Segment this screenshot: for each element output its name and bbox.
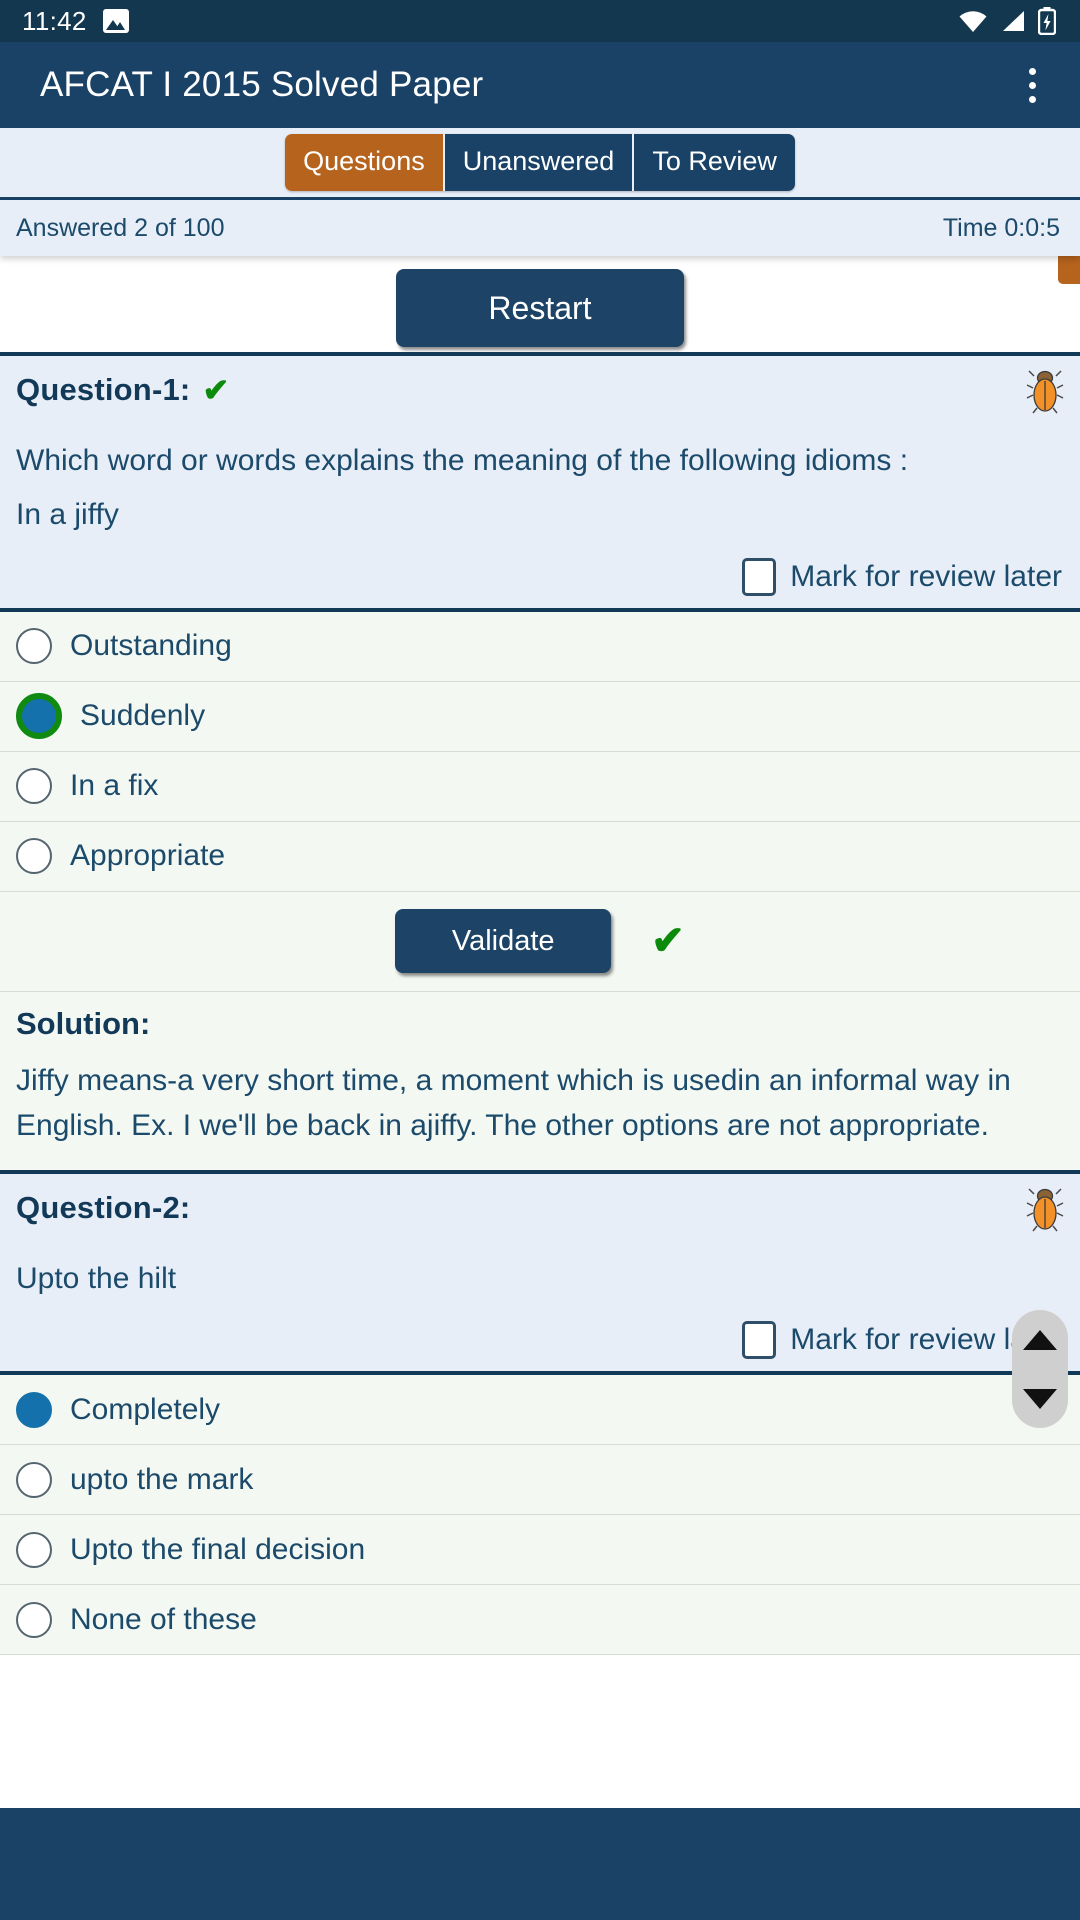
restart-button[interactable]: Restart <box>396 269 684 347</box>
option-row[interactable]: Appropriate <box>0 822 1080 892</box>
question-2-options: Completely upto the mark Upto the final … <box>0 1371 1080 1656</box>
question-1-options: Outstanding Suddenly In a fix Appropriat… <box>0 607 1080 892</box>
option-label: Outstanding <box>70 629 232 663</box>
option-row[interactable]: Outstanding <box>0 612 1080 682</box>
bug-report-icon[interactable] <box>1026 1186 1064 1232</box>
question-1-label: Question-1: <box>16 372 191 407</box>
scroll-up-icon[interactable] <box>1023 1329 1057 1350</box>
validate-button[interactable]: Validate <box>395 909 612 974</box>
system-status-bar: 11:42 <box>0 0 1080 42</box>
tab-unanswered[interactable]: Unanswered <box>444 134 635 191</box>
page-title: AFCAT I 2015 Solved Paper <box>40 65 484 104</box>
mark-for-review-checkbox-2[interactable] <box>742 1321 777 1360</box>
radio-button[interactable] <box>16 1461 52 1498</box>
tab-group: Questions Unanswered To Review <box>285 134 795 191</box>
tab-to-review[interactable]: To Review <box>634 134 795 191</box>
option-label: Completely <box>70 1392 221 1426</box>
question-1-correct-tick: ✔ <box>202 372 230 408</box>
radio-button[interactable] <box>16 838 52 875</box>
mark-for-review-checkbox-1[interactable] <box>742 557 777 596</box>
question-1-solution: Solution: Jiffy means-a very short time,… <box>0 991 1080 1170</box>
screenshot-image-icon <box>102 9 129 33</box>
answered-count: Answered 2 of 100 <box>16 213 225 242</box>
radio-button[interactable] <box>16 768 52 805</box>
radio-button[interactable] <box>16 1531 52 1568</box>
question-2-header: Question-2: <box>16 1188 1064 1236</box>
scroll-thumb[interactable] <box>1012 1310 1068 1428</box>
status-bar-clock: 11:42 <box>22 5 87 36</box>
radio-button[interactable] <box>16 628 52 665</box>
option-row[interactable]: Upto the final decision <box>0 1515 1080 1586</box>
system-navigation-bar <box>0 1808 1080 1920</box>
app-bar: AFCAT I 2015 Solved Paper <box>0 42 1080 128</box>
quiz-status-row: Answered 2 of 100 Time 0:0:5 <box>0 200 1080 256</box>
option-label: Appropriate <box>70 839 226 873</box>
option-row[interactable]: None of these <box>0 1585 1080 1656</box>
elapsed-time: Time 0:0:5 <box>942 213 1060 242</box>
question-card-1: Question-1: ✔ Which word or words explai… <box>0 352 1080 608</box>
mark-for-review-label-1: Mark for review later <box>790 559 1062 593</box>
question-1-mark-review-row[interactable]: Mark for review later <box>16 557 1064 596</box>
question-1-text-line1: Which word or words explains the meaning… <box>16 444 909 477</box>
option-label: Suddenly <box>80 699 206 733</box>
option-label: Upto the final decision <box>70 1532 366 1566</box>
partial-orange-button[interactable] <box>1058 256 1080 284</box>
validate-result-tick: ✔ <box>651 919 685 964</box>
radio-button[interactable] <box>16 1601 52 1638</box>
option-row[interactable]: upto the mark <box>0 1445 1080 1516</box>
question-1-validate-row: Validate ✔ <box>0 891 1080 992</box>
option-label: upto the mark <box>70 1462 254 1496</box>
question-2-label: Question-2: <box>16 1189 191 1225</box>
app-screen: 11:42 AFCAT I 2015 Solved Paper Question… <box>0 0 1080 1920</box>
option-row[interactable]: Completely <box>0 1375 1080 1446</box>
tab-questions[interactable]: Questions <box>285 134 445 191</box>
radio-button-selected-correct[interactable] <box>16 693 62 740</box>
battery-charging-icon <box>1038 7 1056 35</box>
bug-report-icon[interactable] <box>1026 368 1064 414</box>
overflow-menu-icon[interactable] <box>1010 57 1054 113</box>
tab-strip: Questions Unanswered To Review <box>0 128 1080 200</box>
solution-title: Solution: <box>16 1005 151 1041</box>
question-2-mark-review-row[interactable]: Mark for review later <box>16 1321 1064 1360</box>
option-label: In a fix <box>70 769 159 803</box>
question-list-scroll[interactable]: Restart Question-1: ✔ Which word or word… <box>0 256 1080 1840</box>
option-row[interactable]: Suddenly <box>0 682 1080 752</box>
radio-button-selected[interactable] <box>16 1391 52 1428</box>
scroll-down-icon[interactable] <box>1023 1388 1057 1409</box>
status-bar-icons <box>958 7 1062 35</box>
question-2-text-line1: Upto the hilt <box>16 1261 177 1295</box>
question-1-header: Question-1: ✔ <box>16 370 1064 418</box>
wifi-icon <box>959 11 987 32</box>
solution-text: Jiffy means-a very short time, a moment … <box>16 1063 1011 1142</box>
restart-row: Restart <box>0 256 1080 352</box>
question-card-2: Question-2: Upto the hilt Mark for revie… <box>0 1169 1080 1372</box>
option-row[interactable]: In a fix <box>0 752 1080 822</box>
option-label: None of these <box>70 1602 257 1636</box>
cellular-signal-icon <box>1003 11 1024 31</box>
question-1-text-line2: In a jiffy <box>16 497 119 531</box>
